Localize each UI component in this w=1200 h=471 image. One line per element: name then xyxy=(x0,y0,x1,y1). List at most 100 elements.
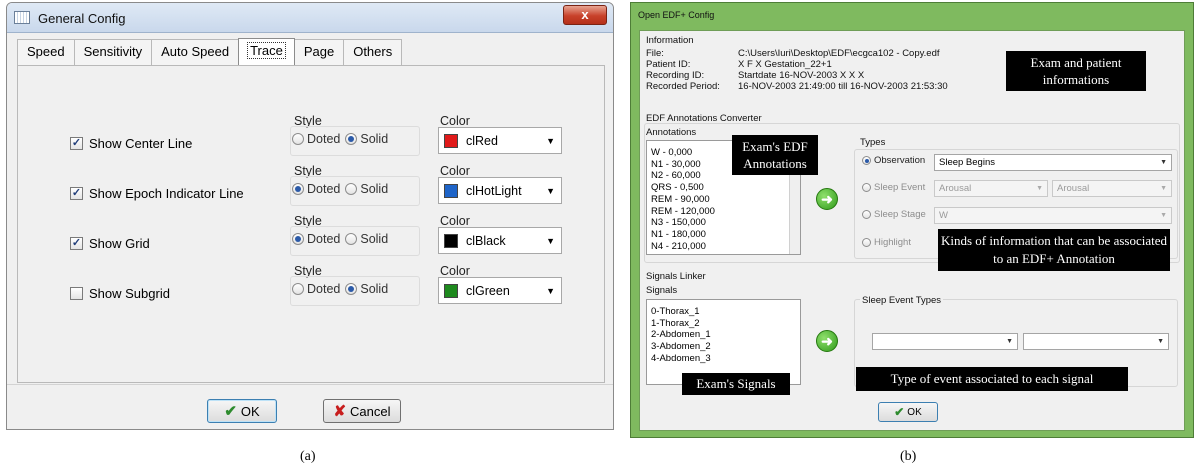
show-epoch-indicator-checkbox[interactable]: ✓ Show Epoch Indicator Line xyxy=(70,186,244,201)
doted-radio[interactable]: Doted xyxy=(292,232,340,246)
color-select[interactable]: clRed ▼ xyxy=(438,127,562,154)
list-item[interactable]: QRS - 0,500 xyxy=(647,182,800,194)
style-radios: Doted Solid xyxy=(292,132,388,146)
convert-arrow-icon[interactable]: ➜ xyxy=(816,188,838,210)
chevron-down-icon[interactable]: ▼ xyxy=(546,286,555,296)
tab-others[interactable]: Others xyxy=(343,39,403,66)
checkmark-icon: ✔ xyxy=(224,403,237,420)
callout-annotations: Exam's EDF Annotations xyxy=(732,135,818,175)
chevron-down-icon[interactable]: ▼ xyxy=(1160,155,1167,170)
chevron-down-icon[interactable]: ▼ xyxy=(1157,334,1164,349)
doted-radio[interactable]: Doted xyxy=(292,282,340,296)
checkbox-box[interactable] xyxy=(70,287,83,300)
callout-signals: Exam's Signals xyxy=(682,373,790,395)
radio-dot[interactable] xyxy=(292,233,304,245)
signal-event-type-select-2[interactable]: ▼ xyxy=(1023,333,1169,350)
solid-radio[interactable]: Solid xyxy=(345,132,388,146)
chevron-down-icon[interactable]: ▼ xyxy=(1160,181,1167,196)
chevron-down-icon[interactable]: ▼ xyxy=(1036,181,1043,196)
color-label: Color xyxy=(440,214,470,228)
doted-radio[interactable]: Doted xyxy=(292,132,340,146)
radio-label: Solid xyxy=(360,282,389,296)
checkbox-box[interactable]: ✓ xyxy=(70,137,83,150)
cancel-button[interactable]: ✘ Cancel xyxy=(323,399,401,423)
show-center-line-checkbox[interactable]: ✓ Show Center Line xyxy=(70,136,192,151)
ok-button[interactable]: ✔ OK xyxy=(207,399,277,423)
radio-label: Highlight xyxy=(874,237,911,248)
color-label: Color xyxy=(440,164,470,178)
sleep-event-types-label: Sleep Event Types xyxy=(860,295,944,306)
solid-radio[interactable]: Solid xyxy=(345,232,388,246)
chevron-down-icon[interactable]: ▼ xyxy=(546,236,555,246)
radio-label: Doted xyxy=(307,232,341,246)
list-item[interactable]: REM - 90,000 xyxy=(647,194,800,206)
show-grid-checkbox[interactable]: ✓ Show Grid xyxy=(70,236,150,251)
sleep-event-select-2[interactable]: Arousal ▼ xyxy=(1052,180,1172,197)
list-item[interactable]: 0-Thorax_1 xyxy=(647,300,800,318)
link-arrow-icon[interactable]: ➜ xyxy=(816,330,838,352)
list-item[interactable]: REM - 120,000 xyxy=(647,206,800,218)
color-name: clRed xyxy=(466,133,498,148)
tab-label: Sensitivity xyxy=(83,44,143,59)
list-item[interactable]: N4 - 210,000 xyxy=(647,241,800,253)
checkbox-box[interactable]: ✓ xyxy=(70,237,83,250)
solid-radio[interactable]: Solid xyxy=(345,182,388,196)
ok-button[interactable]: ✔ OK xyxy=(878,402,938,422)
annotations-label: Annotations xyxy=(646,127,697,138)
observation-select[interactable]: Sleep Begins ▼ xyxy=(934,154,1172,171)
list-item[interactable]: 2-Abdomen_1 xyxy=(647,329,800,341)
radio-label: Solid xyxy=(360,232,389,246)
callout-event-type: Type of event associated to each signal xyxy=(856,367,1128,391)
chevron-down-icon[interactable]: ▼ xyxy=(1006,334,1013,349)
color-select[interactable]: clHotLight ▼ xyxy=(438,177,562,204)
chevron-down-icon[interactable]: ▼ xyxy=(546,136,555,146)
list-item[interactable]: N1 - 180,000 xyxy=(647,229,800,241)
chevron-down-icon[interactable]: ▼ xyxy=(1160,208,1167,223)
observation-radio[interactable]: Observation xyxy=(862,155,925,166)
list-item[interactable]: 3-Abdomen_2 xyxy=(647,341,800,353)
radio-label: Sleep Event xyxy=(874,182,926,193)
radio-label: Doted xyxy=(307,182,341,196)
radio-dot[interactable] xyxy=(862,183,871,192)
sleep-stage-radio[interactable]: Sleep Stage xyxy=(862,209,926,220)
radio-dot[interactable] xyxy=(862,238,871,247)
close-button[interactable]: x xyxy=(563,5,607,25)
radio-dot[interactable] xyxy=(292,183,304,195)
sleep-stage-select[interactable]: W ▼ xyxy=(934,207,1172,224)
solid-radio[interactable]: Solid xyxy=(345,282,388,296)
info-value: C:\Users\Iuri\Desktop\EDF\ecgca102 - Cop… xyxy=(738,48,940,59)
info-label: Patient ID: xyxy=(646,59,691,70)
radio-dot[interactable] xyxy=(862,156,871,165)
radio-dot[interactable] xyxy=(292,133,304,145)
radio-dot[interactable] xyxy=(292,283,304,295)
radio-dot[interactable] xyxy=(345,133,358,145)
info-value: 16-NOV-2003 21:49:00 till 16-NOV-2003 21… xyxy=(738,81,948,92)
doted-radio[interactable]: Doted xyxy=(292,182,340,196)
signals-linker-title: Signals Linker xyxy=(646,271,706,282)
radio-dot[interactable] xyxy=(345,233,358,245)
radio-dot[interactable] xyxy=(345,183,358,195)
chevron-down-icon[interactable]: ▼ xyxy=(546,186,555,196)
tab-speed[interactable]: Speed xyxy=(17,39,75,66)
color-select[interactable]: clBlack ▼ xyxy=(438,227,562,254)
checkbox-box[interactable]: ✓ xyxy=(70,187,83,200)
select-value: Arousal xyxy=(1057,183,1090,194)
radio-dot[interactable] xyxy=(345,283,358,295)
sleep-event-select-1[interactable]: Arousal ▼ xyxy=(934,180,1048,197)
tab-trace[interactable]: Trace xyxy=(238,38,295,67)
show-subgrid-checkbox[interactable]: Show Subgrid xyxy=(70,286,170,301)
highlight-radio[interactable]: Highlight xyxy=(862,237,911,248)
radio-label: Doted xyxy=(307,282,341,296)
list-item[interactable]: N3 - 150,000 xyxy=(647,217,800,229)
radio-dot[interactable] xyxy=(862,210,871,219)
sleep-event-radio[interactable]: Sleep Event xyxy=(862,182,925,193)
color-select[interactable]: clGreen ▼ xyxy=(438,277,562,304)
color-label: Color xyxy=(440,114,470,128)
tab-auto-speed[interactable]: Auto Speed xyxy=(151,39,240,66)
signal-event-type-select-1[interactable]: ▼ xyxy=(872,333,1018,350)
list-item[interactable]: 1-Thorax_2 xyxy=(647,318,800,330)
tab-sensitivity[interactable]: Sensitivity xyxy=(73,39,153,66)
tab-label: Trace xyxy=(247,42,286,59)
tab-page[interactable]: Page xyxy=(293,39,345,66)
list-item[interactable]: 4-Abdomen_3 xyxy=(647,353,800,365)
